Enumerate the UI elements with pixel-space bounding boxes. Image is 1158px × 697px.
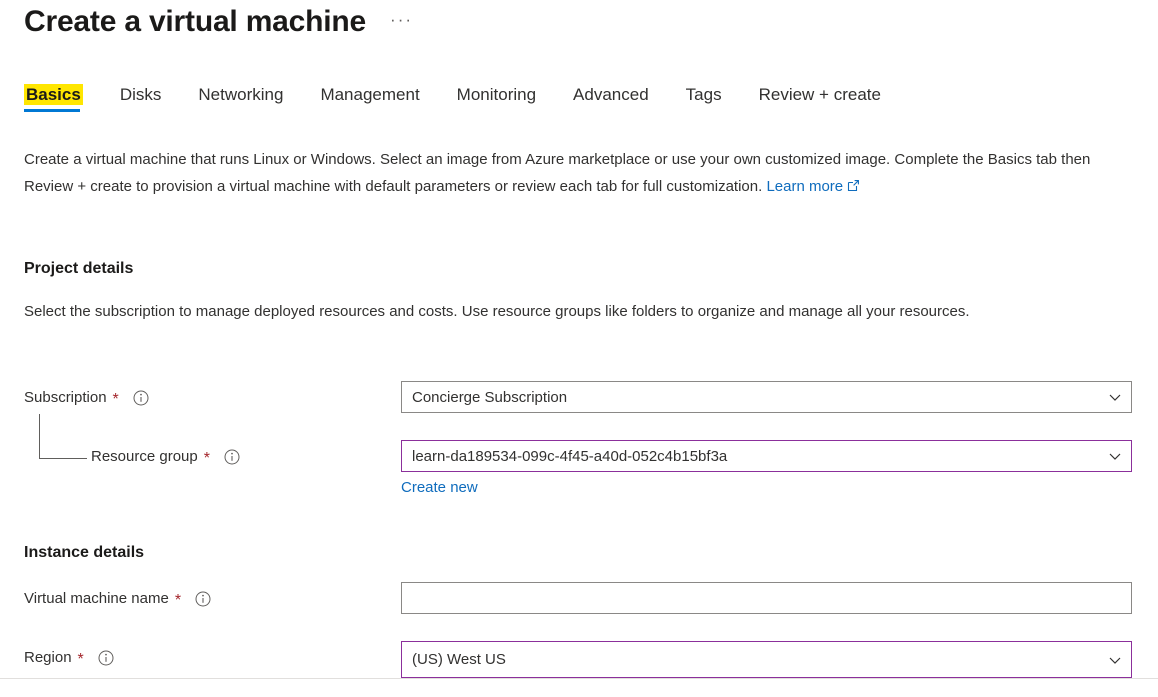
subscription-required-asterisk: * — [112, 391, 119, 408]
resource-group-info-icon[interactable] — [224, 449, 240, 465]
region-dropdown[interactable]: (US) West US — [401, 641, 1132, 678]
region-info-icon[interactable] — [98, 650, 114, 666]
external-link-icon — [847, 174, 860, 201]
subscription-dropdown[interactable]: Concierge Subscription — [401, 381, 1132, 413]
region-value: (US) West US — [412, 651, 506, 668]
tab-bar: Basics Disks Networking Management Monit… — [24, 84, 881, 124]
tab-tags[interactable]: Tags — [686, 84, 722, 116]
tab-tags-label: Tags — [685, 85, 722, 104]
resource-group-label-group: Resource group * — [91, 447, 240, 467]
subscription-resource-group-connector — [39, 414, 87, 459]
resource-group-required-asterisk: * — [203, 450, 210, 467]
bottom-divider — [0, 678, 1158, 679]
project-details-heading: Project details — [24, 260, 134, 277]
region-label: Region — [24, 649, 72, 666]
subscription-value: Concierge Subscription — [412, 388, 568, 406]
page-header: Create a virtual machine ··· — [24, 2, 413, 42]
tab-management[interactable]: Management — [320, 84, 419, 116]
tab-basics[interactable]: Basics — [24, 84, 83, 116]
tab-disks[interactable]: Disks — [120, 84, 162, 116]
chevron-down-icon — [1107, 389, 1123, 405]
project-details-subtext: Select the subscription to manage deploy… — [24, 303, 970, 320]
tab-review-create[interactable]: Review + create — [759, 84, 881, 116]
subscription-label: Subscription — [24, 389, 107, 406]
page-title: Create a virtual machine — [24, 5, 367, 38]
region-label-group: Region * — [24, 648, 114, 668]
tab-disks-label: Disks — [119, 85, 162, 104]
chevron-down-icon — [1107, 652, 1123, 668]
tab-advanced[interactable]: Advanced — [573, 84, 649, 116]
vm-name-required-asterisk: * — [174, 592, 182, 609]
page-description-text: Create a virtual machine that runs Linux… — [24, 151, 1091, 195]
tab-networking-label: Networking — [198, 85, 284, 104]
chevron-down-icon — [1107, 448, 1123, 464]
resource-group-value: learn-da189534-099c-4f45-a40d-052c4b15bf… — [412, 447, 728, 465]
page-description: Create a virtual machine that runs Linux… — [24, 146, 1129, 201]
resource-group-dropdown[interactable]: learn-da189534-099c-4f45-a40d-052c4b15bf… — [401, 440, 1132, 472]
resource-group-label: Resource group — [91, 448, 198, 465]
learn-more-link[interactable]: Learn more — [766, 178, 843, 195]
tab-advanced-label: Advanced — [573, 85, 649, 104]
region-required-asterisk: * — [77, 651, 84, 668]
vm-name-label: Virtual machine name — [24, 590, 169, 607]
vm-name-info-icon[interactable] — [195, 591, 211, 607]
tab-monitoring[interactable]: Monitoring — [457, 84, 536, 116]
subscription-info-icon[interactable] — [133, 390, 149, 406]
vm-name-label-group: Virtual machine name * — [24, 589, 211, 609]
tab-review-create-label: Review + create — [758, 85, 881, 104]
vm-name-input[interactable] — [401, 582, 1132, 614]
tab-management-label: Management — [320, 85, 420, 104]
tab-monitoring-label: Monitoring — [456, 85, 537, 104]
instance-details-heading: Instance details — [24, 544, 145, 561]
create-new-resource-group-link[interactable]: Create new — [401, 478, 478, 498]
subscription-label-group: Subscription * — [24, 388, 149, 408]
learn-more-label: Learn more — [766, 178, 844, 195]
tab-networking[interactable]: Networking — [198, 84, 283, 116]
more-options-icon[interactable]: ··· — [390, 10, 413, 30]
tab-basics-label: Basics — [24, 84, 83, 105]
